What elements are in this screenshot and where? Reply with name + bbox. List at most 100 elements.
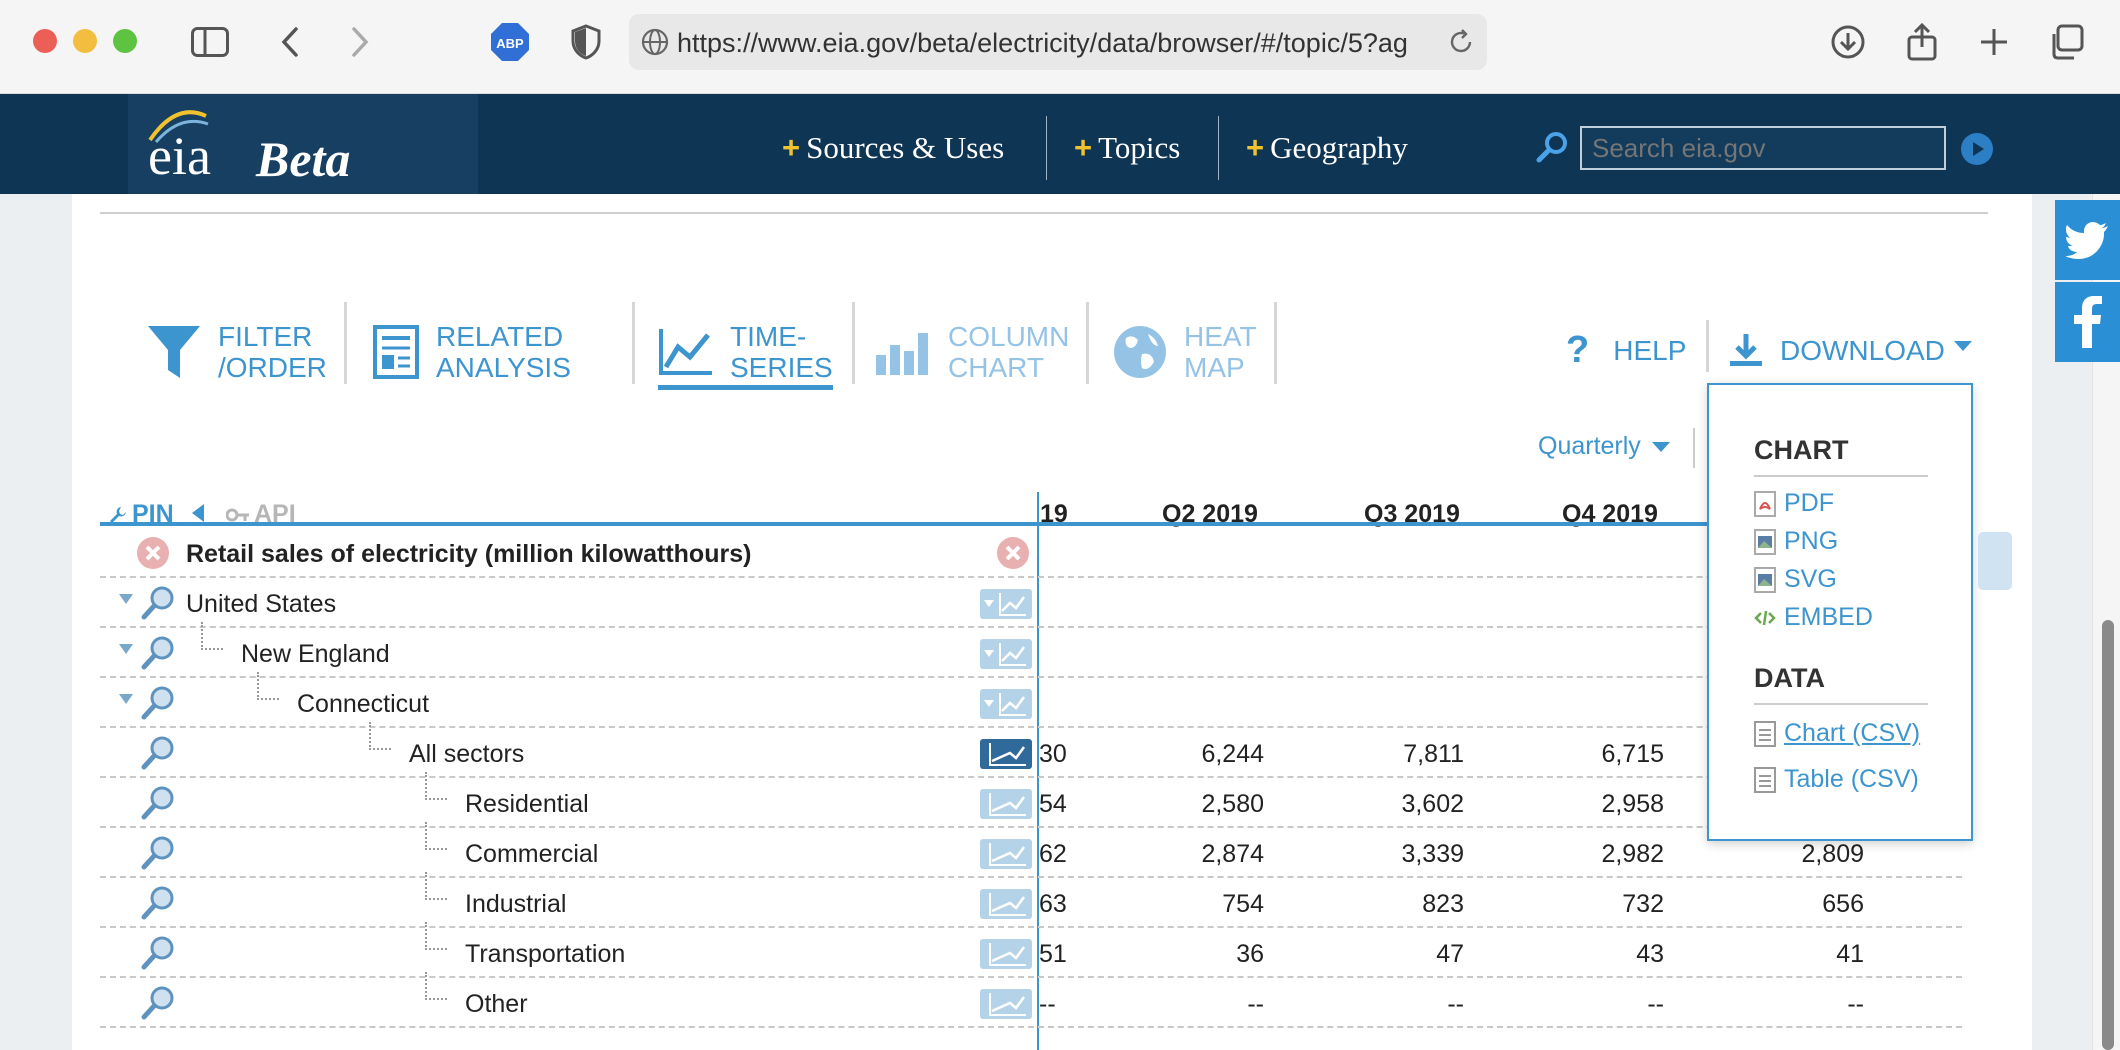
series-chart-dropdown-icon[interactable] (980, 589, 1032, 619)
clear-series-icon[interactable] (996, 536, 1030, 575)
row-divider (100, 976, 1962, 978)
adblock-icon[interactable]: ABP (488, 20, 532, 64)
nav-sources-uses[interactable]: + Sources & Uses (782, 130, 1004, 166)
related-label: RELATED ANALYSIS (436, 321, 571, 383)
filter-label: FILTER /ORDER (218, 321, 327, 383)
series-chart-toggle-icon[interactable] (980, 939, 1032, 969)
tab-overview-icon[interactable] (2046, 20, 2086, 64)
close-window-button[interactable] (33, 29, 57, 53)
zoom-magnifier-icon[interactable] (140, 685, 176, 721)
table-cell: 36 (1236, 940, 1264, 968)
search-submit-button[interactable] (1960, 132, 1994, 171)
zoom-magnifier-icon[interactable] (140, 785, 176, 821)
logo-text: eia (148, 126, 211, 186)
download-svg-item[interactable]: SVG (1754, 565, 1837, 594)
zoom-magnifier-icon[interactable] (140, 935, 176, 971)
downloads-icon[interactable] (1828, 20, 1868, 64)
search-icon (1536, 130, 1570, 169)
download-pdf-item[interactable]: PDF (1754, 489, 1834, 518)
expand-caret-icon[interactable] (118, 642, 134, 660)
back-arrow-icon[interactable] (272, 20, 308, 64)
maximize-window-button[interactable] (113, 29, 137, 53)
row-divider (100, 676, 1962, 678)
url-text: https://www.eia.gov/beta/electricity/dat… (677, 28, 1408, 58)
new-tab-plus-icon[interactable] (1974, 20, 2014, 64)
share-icon[interactable] (1902, 20, 1942, 64)
tab-column-chart[interactable]: COLUMN CHART (874, 312, 1069, 392)
zoom-magnifier-icon[interactable] (140, 635, 176, 671)
scrollbar-thumb[interactable] (2102, 620, 2114, 1050)
filter-order-button[interactable]: FILTER /ORDER (146, 312, 327, 392)
row-divider (100, 776, 1962, 778)
table-cell: 754 (1222, 890, 1264, 918)
series-chart-toggle-icon[interactable] (980, 739, 1032, 769)
forward-arrow-icon[interactable] (342, 20, 378, 64)
help-button[interactable]: ? HELP (1566, 320, 1686, 380)
download-chart-csv-item[interactable]: Chart (CSV) (1754, 719, 1920, 748)
table-scroll-handle[interactable] (1978, 532, 2012, 590)
row-label: Residential (465, 790, 589, 818)
minimize-window-button[interactable] (73, 29, 97, 53)
bar-chart-icon (876, 333, 928, 375)
tab-heat-map[interactable]: HEAT MAP (1112, 312, 1257, 392)
zoom-magnifier-icon[interactable] (140, 585, 176, 621)
expand-caret-icon[interactable] (118, 692, 134, 710)
menu-divider (1754, 703, 1928, 705)
svg-label: SVG (1784, 565, 1837, 593)
plus-icon: + (1074, 130, 1093, 165)
eia-logo[interactable]: eia Beta (128, 94, 478, 194)
table-cell: 6,715 (1601, 740, 1664, 768)
facebook-share-button[interactable] (2055, 282, 2120, 362)
download-png-item[interactable]: PNG (1754, 527, 1838, 556)
nav-topics[interactable]: + Topics (1074, 130, 1180, 166)
table-cell: 732 (1622, 890, 1664, 918)
expand-caret-icon[interactable] (118, 592, 134, 610)
facebook-icon (2073, 296, 2102, 348)
sidebar-toggle-icon[interactable] (188, 20, 232, 64)
zoom-magnifier-icon[interactable] (140, 835, 176, 871)
timeseries-label: TIME- SERIES (730, 321, 833, 383)
active-tab-indicator (658, 385, 833, 390)
twitter-share-button[interactable] (2055, 200, 2120, 280)
funnel-icon (148, 326, 200, 378)
remove-series-icon[interactable] (136, 536, 170, 575)
tree-connector (425, 772, 447, 800)
row-divider (100, 826, 1962, 828)
row-label: Transportation (465, 940, 626, 968)
series-chart-dropdown-icon[interactable] (980, 689, 1032, 719)
zoom-magnifier-icon[interactable] (140, 985, 176, 1021)
nav-geography[interactable]: + Geography (1246, 130, 1408, 166)
zoom-magnifier-icon[interactable] (140, 885, 176, 921)
toolbar-divider (1706, 320, 1709, 372)
table-cell: 3,339 (1401, 840, 1464, 868)
related-analysis-button[interactable]: RELATED ANALYSIS (372, 312, 571, 392)
reload-icon[interactable] (1447, 28, 1475, 61)
selector-divider (1693, 428, 1695, 468)
image-file-icon (1754, 566, 1776, 593)
tree-connector (201, 622, 223, 650)
tree-connector (425, 922, 447, 950)
embed-item[interactable]: EMBED (1754, 603, 1873, 632)
download-button[interactable]: DOWNLOAD (1728, 320, 1973, 380)
series-chart-toggle-icon[interactable] (980, 989, 1032, 1019)
row-label: United States (186, 590, 337, 618)
address-bar[interactable]: https://www.eia.gov/beta/electricity/dat… (629, 14, 1487, 70)
zoom-magnifier-icon[interactable] (140, 735, 176, 771)
table-cell: 51 (1039, 940, 1067, 968)
series-chart-toggle-icon[interactable] (980, 839, 1032, 869)
data-section-header: DATA (1754, 663, 1825, 693)
privacy-shield-icon[interactable] (566, 20, 606, 64)
nav-divider (1218, 116, 1219, 180)
frequency-select[interactable]: Quarterly (1538, 432, 1671, 461)
series-chart-toggle-icon[interactable] (980, 789, 1032, 819)
search-input[interactable] (1580, 126, 1946, 170)
series-chart-dropdown-icon[interactable] (980, 639, 1032, 669)
series-chart-toggle-icon[interactable] (980, 889, 1032, 919)
tab-time-series[interactable]: TIME- SERIES (658, 312, 833, 392)
twitter-icon (2065, 222, 2108, 259)
table-cell: 2,809 (1801, 840, 1864, 868)
table-header-rule (100, 522, 1962, 526)
tree-connector (425, 822, 447, 850)
download-table-csv-item[interactable]: Table (CSV) (1754, 765, 1919, 794)
table-cell: 6,244 (1201, 740, 1264, 768)
